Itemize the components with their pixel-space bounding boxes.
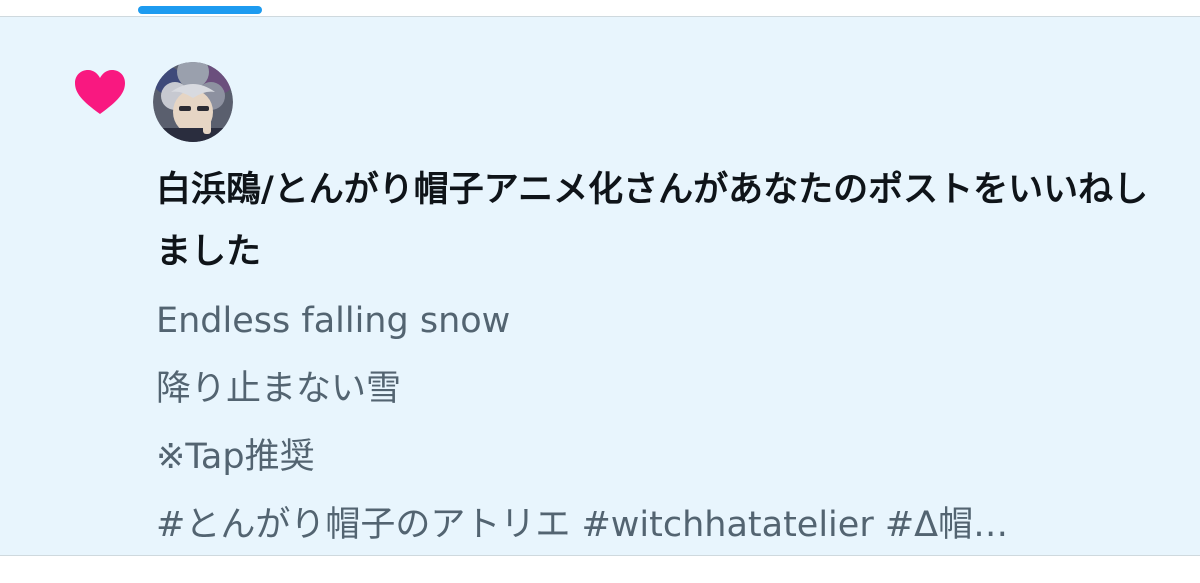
avatar-image: [153, 62, 233, 142]
post-line: ※Tap推奨: [156, 437, 315, 477]
like-notification[interactable]: 白浜鴎/とんがり帽子アニメ化さんがあなたのポストをいいねしました Endless…: [0, 17, 1200, 555]
notification-headline[interactable]: 白浜鴎/とんがり帽子アニメ化さんがあなたのポストをいいねしました: [156, 159, 1166, 283]
active-tab-indicator: [138, 6, 262, 14]
heart-icon: [74, 69, 126, 117]
post-line-hashtags: #とんがり帽子のアトリエ #witchhatatelier #Δ帽…: [156, 505, 1009, 545]
post-line: Endless falling snow: [156, 301, 511, 341]
notification-content: 白浜鴎/とんがり帽子アニメ化さんがあなたのポストをいいねしました Endless…: [156, 159, 1166, 559]
liked-post-preview[interactable]: Endless falling snow 降り止まない雪 ※Tap推奨 #とんが…: [156, 287, 1166, 559]
post-line: 降り止まない雪: [156, 369, 402, 409]
avatar[interactable]: [153, 62, 233, 142]
bottom-divider: [0, 555, 1200, 556]
notifications-page: 白浜鴎/とんがり帽子アニメ化さんがあなたのポストをいいねしました Endless…: [0, 0, 1200, 583]
